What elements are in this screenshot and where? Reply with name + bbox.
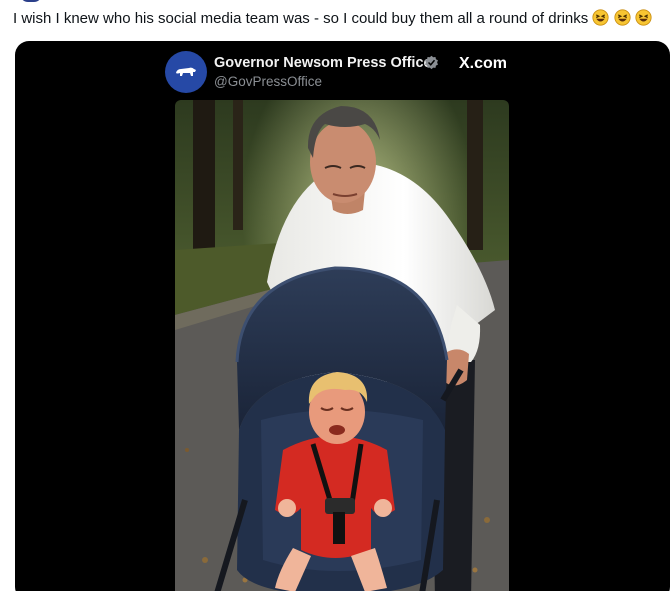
post-text: I wish I knew who his social media team …: [13, 9, 652, 29]
embedded-tweet-header: Governor Newsom Press Office @GovPressOf…: [165, 49, 525, 99]
ai-photo-illustration: [175, 100, 509, 591]
laughing-emoji-icon: [592, 9, 613, 27]
social-post: I wish I knew who his social media team …: [0, 0, 672, 591]
verified-badge-icon: [425, 55, 438, 70]
california-bear-icon: [176, 67, 196, 76]
account-avatar[interactable]: [165, 51, 207, 93]
account-handle[interactable]: @GovPressOffice: [214, 74, 322, 89]
x-logo-label: X.com: [459, 55, 508, 72]
post-body: I wish I knew who his social media team …: [13, 10, 589, 27]
laughing-emoji-icon: [614, 9, 635, 27]
tweet-photo[interactable]: [175, 100, 509, 591]
account-name[interactable]: Governor Newsom Press Office: [214, 55, 432, 71]
embedded-media[interactable]: Governor Newsom Press Office @GovPressOf…: [15, 41, 670, 591]
laughing-emoji-icon: [635, 9, 652, 27]
poster-avatar[interactable]: [20, 0, 42, 2]
